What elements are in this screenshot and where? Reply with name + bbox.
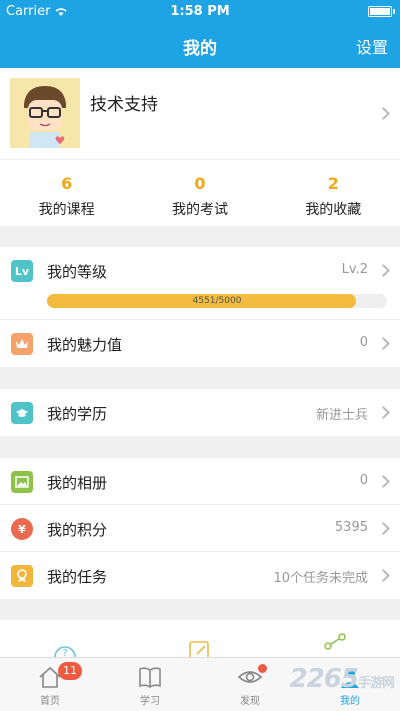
level-progress-bar: 4551/5000 <box>47 294 387 308</box>
crown-icon <box>11 333 33 355</box>
tasks-label: 我的任务 <box>47 568 108 586</box>
chevron-right-icon <box>377 337 390 350</box>
notification-dot <box>258 664 267 673</box>
help-icon[interactable]: ? <box>54 640 76 657</box>
chevron-right-icon <box>377 569 390 582</box>
tasks-value: 10个任务未完成 <box>273 571 368 586</box>
profile-name: 技术支持 <box>90 95 158 115</box>
stat-label: 我的收藏 <box>305 202 362 218</box>
page-title: 我的 <box>183 39 217 59</box>
tab-study[interactable]: 学习 <box>100 658 200 711</box>
stat-value: 0 <box>194 174 206 193</box>
chevron-right-icon <box>377 475 390 488</box>
status-bar: Carrier 1:58 PM <box>0 0 400 22</box>
chevron-right-icon <box>377 522 390 535</box>
chevron-right-icon <box>377 406 390 419</box>
charm-value: 0 <box>359 335 368 350</box>
watermark-logo: 2265手游网 <box>289 664 395 694</box>
stat-courses[interactable]: 6 我的课程 <box>0 160 133 226</box>
tab-discover[interactable]: 发现 <box>200 658 300 711</box>
tab-label: 首页 <box>40 696 60 707</box>
top-bar: Carrier 1:58 PM 我的 设置 <box>0 0 400 68</box>
education-label: 我的学历 <box>47 405 108 423</box>
level-label: 我的等级 <box>47 263 108 281</box>
album-value: 0 <box>359 473 368 488</box>
row-tasks[interactable]: 我的任务 10个任务未完成 <box>0 552 400 599</box>
level-icon: Lv <box>11 260 33 282</box>
group-account: 我的相册 0 ¥ 我的积分 5395 我的任务 10个任务未完成 <box>0 458 400 599</box>
more-actions-row: ? <box>0 620 400 657</box>
points-label: 我的积分 <box>47 521 108 539</box>
stat-label: 我的课程 <box>38 202 95 218</box>
notification-badge: 11 <box>58 662 82 680</box>
chevron-right-icon <box>377 107 390 120</box>
row-album[interactable]: 我的相册 0 <box>0 458 400 505</box>
medal-icon <box>11 565 33 587</box>
row-charm[interactable]: 我的魅力值 0 <box>0 320 400 367</box>
row-education[interactable]: 我的学历 新进士兵 <box>0 389 400 436</box>
group-education: 我的学历 新进士兵 <box>0 389 400 436</box>
charm-label: 我的魅力值 <box>47 336 123 354</box>
album-label: 我的相册 <box>47 474 108 492</box>
tab-label: 发现 <box>240 696 260 707</box>
row-points[interactable]: ¥ 我的积分 5395 <box>0 505 400 552</box>
level-value: Lv.2 <box>341 262 368 277</box>
stat-label: 我的考试 <box>171 202 228 218</box>
stat-exams[interactable]: 0 我的考试 <box>133 160 266 226</box>
stat-value: 6 <box>61 174 73 193</box>
education-value: 新进士兵 <box>315 408 368 423</box>
graduation-cap-icon <box>11 402 33 424</box>
status-time: 1:58 PM <box>170 4 230 19</box>
level-progress-text: 4551/5000 <box>192 296 242 306</box>
tab-home[interactable]: 首页 11 <box>0 658 100 711</box>
stat-favorites[interactable]: 2 我的收藏 <box>267 160 400 226</box>
tab-label: 学习 <box>140 696 160 707</box>
points-value: 5395 <box>334 520 368 535</box>
book-icon <box>139 667 161 688</box>
profile-header[interactable]: 技术支持 <box>0 68 400 160</box>
stats-bar: 6 我的课程 0 我的考试 2 我的收藏 <box>0 160 400 226</box>
tab-label: 我的 <box>340 696 360 707</box>
avatar-image <box>10 78 80 148</box>
battery-icon <box>368 6 395 17</box>
chevron-right-icon <box>377 264 390 277</box>
stat-value: 2 <box>327 174 339 193</box>
photo-icon <box>11 471 33 493</box>
avatar[interactable] <box>10 78 80 148</box>
row-level[interactable]: Lv 我的等级 Lv.2 <box>0 247 400 320</box>
share-icon[interactable] <box>323 632 347 657</box>
yen-icon: ¥ <box>11 518 33 540</box>
edit-icon[interactable] <box>189 640 211 657</box>
svg-text:?: ? <box>62 648 67 657</box>
settings-button[interactable]: 设置 <box>356 34 388 58</box>
